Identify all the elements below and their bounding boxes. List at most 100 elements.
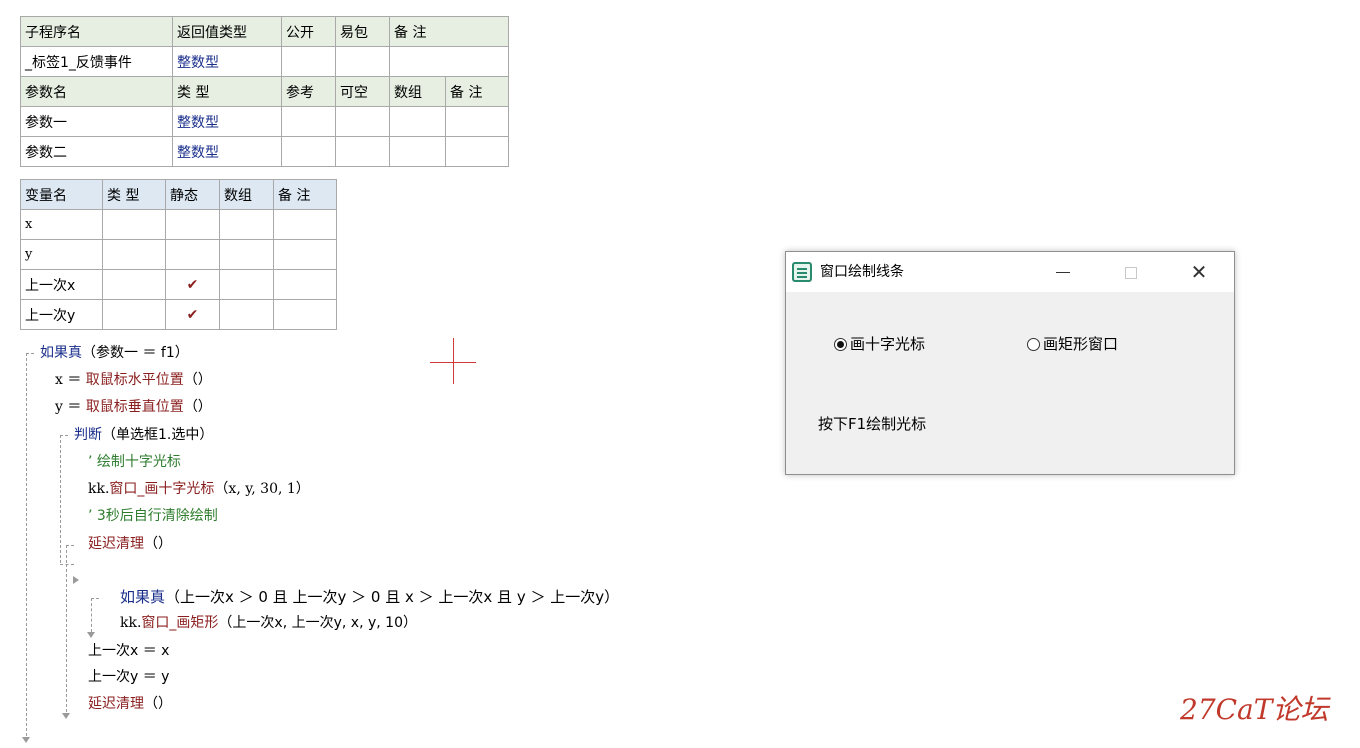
- param-name-cell[interactable]: 参数一: [20, 106, 173, 137]
- subroutine-name-cell[interactable]: _标签1_反馈事件: [20, 46, 173, 77]
- var-name-cell[interactable]: y: [20, 239, 103, 270]
- draw-lines-window[interactable]: 窗口绘制线条 ✕ 画十字光标 画矩形窗口 按下F1绘制光标: [785, 251, 1235, 475]
- flow-guide: [26, 353, 34, 354]
- variable-row[interactable]: 上一次y ✔: [20, 299, 337, 330]
- var-name-cell[interactable]: 上一次x: [20, 269, 103, 300]
- function-name: 窗口_画十字光标: [109, 481, 215, 497]
- code-line-assign-y[interactable]: y ＝ 取鼠标垂直位置（）: [55, 397, 212, 417]
- function-name: 延迟清理: [88, 536, 144, 552]
- var-type-cell[interactable]: [102, 209, 166, 240]
- param-nullable-cell[interactable]: [335, 106, 390, 137]
- code-line-assign-x[interactable]: x ＝ 取鼠标水平位置（）: [55, 370, 212, 390]
- param-ref-cell[interactable]: [281, 106, 336, 137]
- header-param-name: 参数名: [20, 76, 173, 107]
- header-easy-pack: 易包: [335, 16, 390, 47]
- minimize-button[interactable]: [1040, 252, 1086, 292]
- var-remark-cell[interactable]: [273, 239, 337, 270]
- code-line-draw-cross[interactable]: kk.窗口_画十字光标（x, y, 30, 1）: [88, 479, 310, 499]
- var-array-cell[interactable]: [219, 299, 274, 330]
- param-type-cell[interactable]: 整数型: [172, 136, 282, 167]
- param-nullable-cell[interactable]: [335, 136, 390, 167]
- var-array-cell[interactable]: [219, 239, 274, 270]
- variable-header-row: 变量名 类 型 静态 数组 备 注: [20, 179, 337, 210]
- subroutine-header-row: 子程序名 返回值类型 公开 易包 备 注: [20, 16, 510, 47]
- header-var-name: 变量名: [20, 179, 103, 210]
- keyword: 如果真: [40, 345, 82, 361]
- easy-pack-cell[interactable]: [335, 46, 390, 77]
- remark-cell[interactable]: [388, 46, 510, 77]
- maximize-button[interactable]: [1108, 252, 1154, 292]
- param-ref-cell[interactable]: [281, 136, 336, 167]
- param-array-cell[interactable]: [389, 106, 446, 137]
- var-remark-cell[interactable]: [273, 299, 337, 330]
- header-param-remark: 备 注: [444, 76, 510, 107]
- code-line-assign-last-x[interactable]: 上一次x ＝ x: [88, 641, 169, 661]
- param-remark-cell[interactable]: [444, 136, 510, 167]
- var-static-cell[interactable]: [165, 209, 220, 240]
- subroutine-table: 子程序名 返回值类型 公开 易包 备 注 _标签1_反馈事件 整数型 参数名 类…: [20, 16, 510, 167]
- var-array-cell[interactable]: [219, 269, 274, 300]
- radio-crosshair[interactable]: 画十字光标: [834, 334, 925, 354]
- args: （）: [183, 399, 212, 415]
- code-line-comment[interactable]: ’ 3秒后自行清除绘制: [88, 506, 218, 526]
- code-line-delay-clear[interactable]: 延迟清理（）: [88, 534, 172, 554]
- variable: x ＝: [55, 372, 86, 388]
- var-type-cell[interactable]: [102, 299, 166, 330]
- code-line-delay-clear[interactable]: 延迟清理（）: [88, 694, 172, 714]
- header-var-type: 类 型: [102, 179, 166, 210]
- code-line-comment[interactable]: ’ 绘制十字光标: [88, 452, 181, 472]
- radio-unselected-icon[interactable]: [1027, 338, 1040, 351]
- var-remark-cell[interactable]: [273, 269, 337, 300]
- code-line-if-true[interactable]: 如果真（参数一 ＝ f1）: [40, 343, 189, 363]
- param-header-row: 参数名 类 型 参考 可空 数组 备 注: [20, 76, 510, 107]
- header-param-type: 类 型: [172, 76, 282, 107]
- crosshair-vertical: [453, 338, 454, 384]
- param-array-cell[interactable]: [389, 136, 446, 167]
- subroutine-row[interactable]: _标签1_反馈事件 整数型: [20, 46, 510, 77]
- variable-row[interactable]: x: [20, 209, 337, 240]
- var-static-cell[interactable]: [165, 239, 220, 270]
- window-titlebar[interactable]: 窗口绘制线条 ✕: [786, 252, 1234, 292]
- param-row[interactable]: 参数一 整数型: [20, 106, 510, 137]
- function-name: 取鼠标水平位置: [85, 372, 184, 388]
- var-array-cell[interactable]: [219, 209, 274, 240]
- flow-guide: [66, 545, 67, 563]
- var-type-cell[interactable]: [102, 269, 166, 300]
- radio-selected-icon[interactable]: [834, 338, 847, 351]
- header-sub-name: 子程序名: [20, 16, 173, 47]
- window-title: 窗口绘制线条: [820, 264, 904, 280]
- args: （x, y, 30, 1）: [214, 481, 310, 497]
- var-type-cell[interactable]: [102, 239, 166, 270]
- return-type-cell[interactable]: 整数型: [172, 46, 282, 77]
- header-param-nullable: 可空: [335, 76, 390, 107]
- var-remark-cell[interactable]: [273, 209, 337, 240]
- code-line-draw-rect[interactable]: kk.窗口_画矩形（上一次x, 上一次y, x, y, 10）: [120, 613, 417, 633]
- var-static-check-icon[interactable]: ✔: [165, 269, 220, 300]
- var-name-cell[interactable]: 上一次y: [20, 299, 103, 330]
- flow-guide: [60, 564, 74, 565]
- variable-row[interactable]: y: [20, 239, 337, 270]
- code-line-assign-last-y[interactable]: 上一次y ＝ y: [88, 667, 169, 687]
- var-name-cell[interactable]: x: [20, 209, 103, 240]
- code-line-judge[interactable]: 判断（单选框1.选中）: [74, 425, 213, 445]
- radio-rectangle[interactable]: 画矩形窗口: [1027, 334, 1118, 354]
- header-remark: 备 注: [388, 16, 510, 47]
- param-row[interactable]: 参数二 整数型: [20, 136, 510, 167]
- flow-guide: [91, 598, 99, 599]
- code-line-if-true-inner[interactable]: 如果真（上一次x ＞ 0 且 上一次y ＞ 0 且 x ＞ 上一次x 且 y ＞…: [120, 587, 619, 607]
- condition: （参数一 ＝ f1）: [82, 345, 189, 361]
- param-remark-cell[interactable]: [444, 106, 510, 137]
- object: kk.: [120, 615, 142, 631]
- condition: （单选框1.选中）: [102, 427, 214, 443]
- var-static-check-icon[interactable]: ✔: [165, 299, 220, 330]
- close-button[interactable]: ✕: [1176, 252, 1222, 292]
- header-var-array: 数组: [219, 179, 274, 210]
- public-cell[interactable]: [281, 46, 336, 77]
- param-name-cell[interactable]: 参数二: [20, 136, 173, 167]
- hint-label: 按下F1绘制光标: [818, 415, 927, 433]
- variable-row[interactable]: 上一次x ✔: [20, 269, 337, 300]
- flow-guide: [60, 435, 61, 563]
- flow-arrow-icon: [73, 576, 79, 584]
- variable: y ＝: [55, 399, 86, 415]
- param-type-cell[interactable]: 整数型: [172, 106, 282, 137]
